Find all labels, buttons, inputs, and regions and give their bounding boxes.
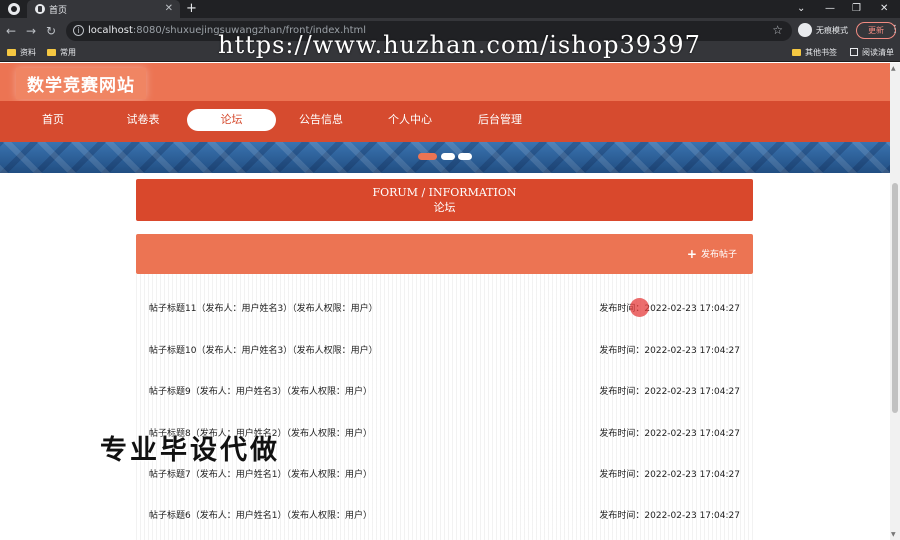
- post-time: 发布时间：2022-02-23 17:04:27: [599, 470, 740, 480]
- post-title[interactable]: 帖子标题6（发布人：用户姓名1）（发布人权限：用户）: [149, 508, 372, 521]
- reading-list[interactable]: 阅读清单: [850, 47, 894, 58]
- window-close-icon[interactable]: ✕: [880, 1, 888, 17]
- new-tab-icon[interactable]: +: [186, 1, 197, 17]
- list-item[interactable]: 帖子标题11（发布人：用户姓名3）（发布人权限：用户） 发布时间：2022-02…: [136, 287, 753, 328]
- folder-icon: [792, 49, 801, 56]
- scroll-down-icon[interactable]: ▼: [891, 531, 896, 538]
- post-time: 发布时间：2022-02-23 17:04:27: [599, 511, 740, 521]
- publish-post-button[interactable]: + 发布帖子: [687, 247, 737, 261]
- post-time: 发布时间：2022-02-23 17:04:27: [599, 387, 740, 397]
- bookmark-folder-common[interactable]: 常用: [47, 47, 76, 58]
- nav-item-admin[interactable]: 后台管理: [472, 109, 528, 131]
- forward-icon[interactable]: →: [26, 23, 36, 39]
- tab-title: 首页: [49, 6, 68, 16]
- url-host: localhost: [88, 25, 133, 36]
- nav-item-forum[interactable]: 论坛: [187, 109, 276, 131]
- site-info-icon[interactable]: i: [73, 25, 84, 36]
- site-nav: 首页 试卷表 论坛 公告信息 个人中心 后台管理: [0, 101, 890, 142]
- bookmark-label: 常用: [60, 48, 76, 57]
- bookmark-folder-docs[interactable]: 资料: [7, 47, 36, 58]
- scroll-thumb[interactable]: [892, 183, 898, 413]
- carousel-dot-3[interactable]: [458, 153, 472, 160]
- incognito-label: 无痕模式: [816, 26, 848, 35]
- carousel-dot-2[interactable]: [441, 153, 455, 160]
- watermark-url: https://www.huzhan.com/ishop39397: [218, 31, 701, 59]
- nav-item-notices[interactable]: 公告信息: [293, 109, 349, 131]
- page-viewport: 数学竞赛网站 首页 试卷表 论坛 公告信息 个人中心 后台管理 FORUM / …: [0, 63, 890, 540]
- browser-tab[interactable]: 首页 ✕: [27, 0, 180, 18]
- forum-heading: FORUM / INFORMATION 论坛: [136, 179, 753, 221]
- tab-search-icon[interactable]: ⌄: [797, 1, 805, 17]
- folder-icon: [7, 49, 16, 56]
- post-time: 发布时间：2022-02-23 17:04:27: [599, 346, 740, 356]
- scroll-up-icon[interactable]: ▲: [891, 65, 896, 72]
- browser-menu-icon[interactable]: [8, 3, 20, 15]
- incognito-icon: [798, 23, 812, 37]
- list-item[interactable]: 帖子标题9（发布人：用户姓名3）（发布人权限：用户） 发布时间：2022-02-…: [136, 370, 753, 411]
- plus-icon: +: [686, 247, 697, 261]
- reload-icon[interactable]: ↻: [46, 23, 56, 39]
- restore-icon[interactable]: ❐: [852, 1, 861, 17]
- reading-list-icon: [850, 48, 858, 56]
- browser-tab-strip: 首页 ✕ + ⌄ — ❐ ✕: [0, 0, 900, 18]
- more-menu-icon[interactable]: ⋮: [890, 24, 900, 35]
- nav-item-home[interactable]: 首页: [33, 109, 73, 131]
- site-header: 数学竞赛网站: [0, 63, 890, 101]
- forum-heading-cn: 论坛: [433, 201, 456, 214]
- forum-heading-en: FORUM / INFORMATION: [372, 186, 517, 199]
- post-title[interactable]: 帖子标题11（发布人：用户姓名3）（发布人权限：用户）: [149, 301, 378, 314]
- mouse-cursor-highlight: [630, 298, 649, 317]
- bookmark-label: 其他书签: [805, 48, 837, 57]
- folder-icon: [47, 49, 56, 56]
- forum-action-bar: + 发布帖子: [136, 234, 753, 274]
- bookmark-label: 资料: [20, 48, 36, 57]
- publish-post-label: 发布帖子: [700, 250, 737, 260]
- bookmark-folder-other[interactable]: 其他书签: [792, 47, 837, 58]
- list-item[interactable]: 帖子标题10（发布人：用户姓名3）（发布人权限：用户） 发布时间：2022-02…: [136, 329, 753, 370]
- post-time: 发布时间：2022-02-23 17:04:27: [599, 429, 740, 439]
- site-title[interactable]: 数学竞赛网站: [16, 68, 146, 99]
- post-time: 发布时间：2022-02-23 17:04:27: [599, 304, 740, 314]
- overlay-watermark-text: 专业毕设代做: [100, 435, 280, 466]
- bookmark-star-icon[interactable]: ☆: [772, 23, 783, 37]
- tab-favicon-icon: [35, 4, 45, 14]
- nav-item-profile[interactable]: 个人中心: [382, 109, 438, 131]
- tab-close-icon[interactable]: ✕: [165, 2, 173, 16]
- carousel-dot-1[interactable]: [418, 153, 437, 160]
- back-icon[interactable]: ←: [6, 23, 16, 39]
- post-title[interactable]: 帖子标题7（发布人：用户姓名1）（发布人权限：用户）: [149, 467, 372, 480]
- page-scrollbar[interactable]: ▲ ▼: [890, 63, 900, 540]
- nav-item-exams[interactable]: 试卷表: [118, 109, 168, 131]
- post-title[interactable]: 帖子标题9（发布人：用户姓名3）（发布人权限：用户）: [149, 384, 372, 397]
- minimize-icon[interactable]: —: [825, 1, 835, 17]
- bookmark-label: 阅读清单: [862, 48, 894, 57]
- list-item[interactable]: 帖子标题6（发布人：用户姓名1）（发布人权限：用户） 发布时间：2022-02-…: [136, 494, 753, 535]
- post-title[interactable]: 帖子标题10（发布人：用户姓名3）（发布人权限：用户）: [149, 343, 378, 356]
